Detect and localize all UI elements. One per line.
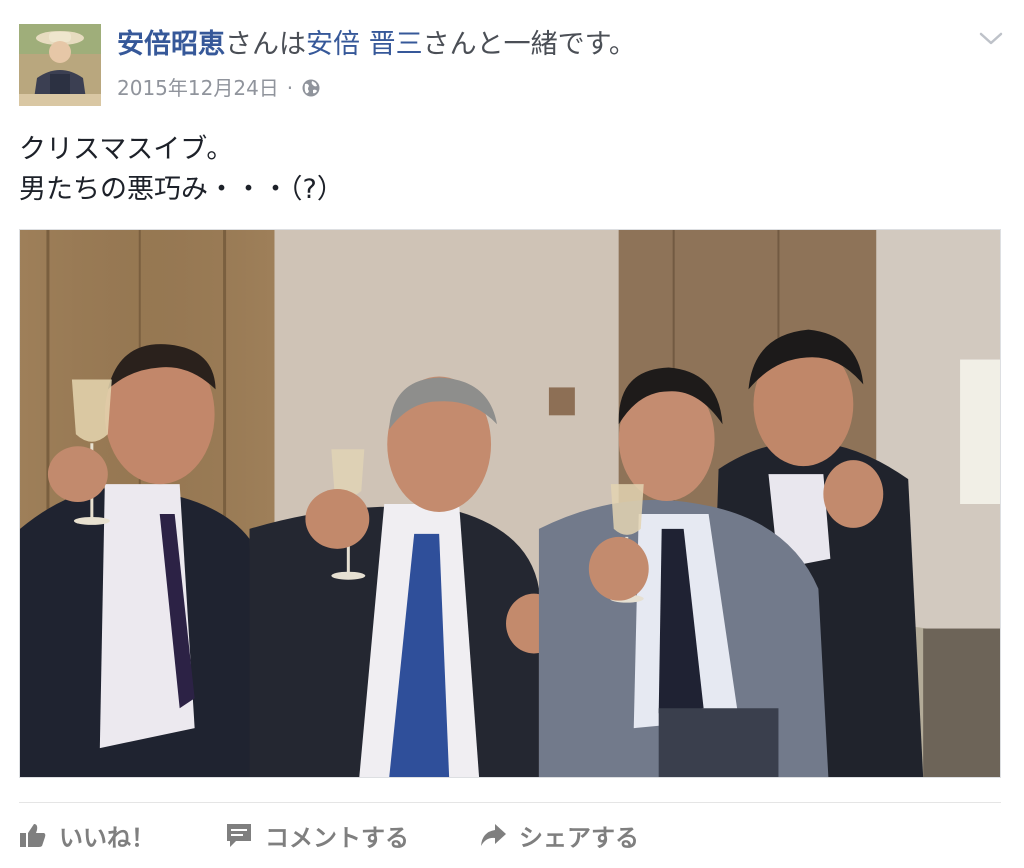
meta-separator: · [286,76,294,100]
comment-icon [227,824,251,847]
post-text: クリスマスイブ。 男たちの悪巧み・・・（?） [19,130,344,210]
divider [19,802,1001,803]
post-header: 安倍昭恵さんは安倍 晋三さんと一緒です。 [117,26,636,64]
like-button[interactable]: いいね！ [19,818,155,853]
post-date-link[interactable]: 2015年12月24日 [117,74,279,102]
tagged-person-link[interactable]: 安倍 晋三 [306,29,423,60]
with-suffix: さんと一緒です。 [422,29,636,60]
with-text: さんは [225,29,306,60]
share-label: シェアする [519,823,639,852]
share-arrow-icon [481,824,506,846]
share-button[interactable]: シェアする [479,818,639,853]
post-photo[interactable] [19,229,1001,778]
author-avatar[interactable] [19,24,101,106]
author-name-link[interactable]: 安倍昭恵 [117,29,225,60]
globe-icon[interactable] [301,78,321,98]
chevron-down-icon[interactable] [978,30,1004,48]
action-bar: いいね！ コメントする シェアする [19,812,709,858]
post-meta: 2015年12月24日 · [117,74,321,102]
like-label: いいね！ [59,823,155,852]
comment-button[interactable]: コメントする [225,818,409,853]
post-text-line: 男たちの悪巧み・・・（?） [19,174,344,205]
post-text-line: クリスマスイブ。 [19,134,234,165]
thumbs-up-icon [20,824,46,847]
comment-label: コメントする [265,823,409,852]
